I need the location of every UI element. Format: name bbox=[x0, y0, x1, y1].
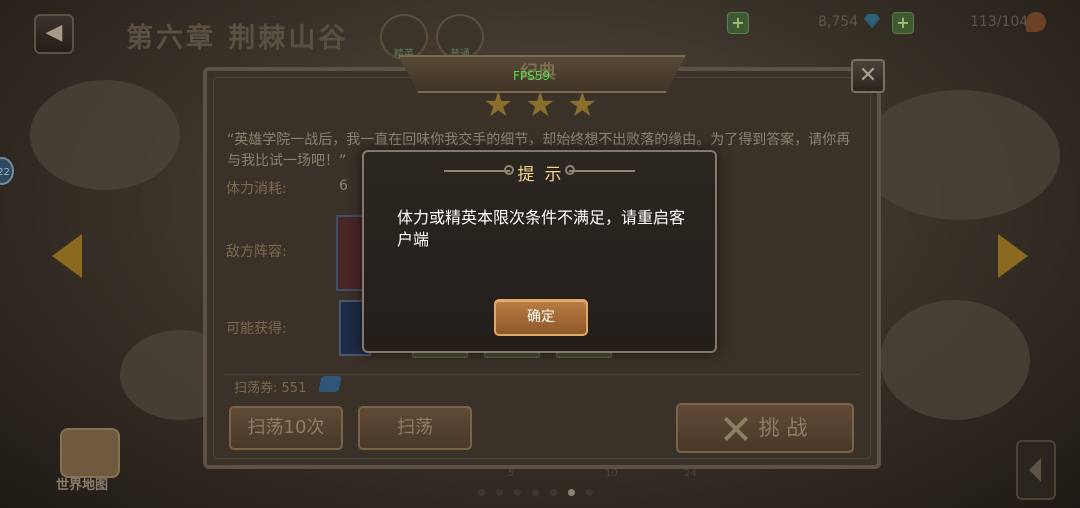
game-screen: ◀ 第六章 荆棘山谷 精英 普通 + 8,754 + 113/104 22 世界… bbox=[0, 0, 1080, 508]
map-node-number: 5 bbox=[508, 468, 515, 479]
divider bbox=[224, 374, 860, 375]
elite-mode-button[interactable]: 精英 bbox=[380, 14, 428, 60]
back-arrow-icon: ◀ bbox=[45, 20, 63, 45]
map-node-number: 24 bbox=[684, 468, 697, 479]
crossed-swords-icon bbox=[723, 416, 749, 442]
close-icon: ✕ bbox=[858, 63, 878, 88]
sweep-ticket-icon bbox=[318, 376, 342, 392]
collapse-panel-button[interactable] bbox=[1016, 440, 1056, 500]
page-dot bbox=[514, 489, 521, 496]
page-dot bbox=[532, 489, 539, 496]
close-panel-button[interactable]: ✕ bbox=[851, 59, 885, 93]
top-bar: ◀ 第六章 荆棘山谷 精英 普通 + 8,754 + 113/104 bbox=[0, 0, 1080, 60]
dialog-message: 体力或精英本限次条件不满足，请重启客户端 bbox=[397, 208, 686, 249]
sweep-button[interactable]: 扫荡 bbox=[358, 406, 472, 450]
world-map-label[interactable]: 世界地图 bbox=[56, 474, 108, 493]
challenge-button[interactable]: 挑 战 bbox=[676, 403, 854, 453]
prev-chapter-arrow-icon[interactable] bbox=[52, 234, 82, 278]
star-icon: ★ bbox=[483, 85, 514, 125]
confirm-button[interactable]: 确定 bbox=[494, 299, 588, 336]
dialog-title: 提示 bbox=[517, 165, 572, 185]
star-icon: ★ bbox=[525, 85, 556, 125]
page-dot-active bbox=[568, 489, 575, 496]
page-dot bbox=[496, 489, 503, 496]
title-ornament-right bbox=[565, 165, 635, 175]
star-icon: ★ bbox=[567, 85, 598, 125]
sweep-ticket-count: 551 bbox=[281, 381, 307, 396]
map-node-number: 10 bbox=[605, 468, 618, 479]
sweep-ticket-label-text: 扫荡券: bbox=[234, 381, 278, 396]
sweep-10-button[interactable]: 扫荡10次 bbox=[229, 406, 343, 450]
world-map-icon[interactable] bbox=[60, 428, 120, 478]
add-energy-button[interactable]: + bbox=[727, 12, 749, 34]
fps-counter: FPS59 bbox=[513, 69, 551, 83]
challenge-label: 挑 战 bbox=[758, 416, 808, 440]
stamina-cost-value: 6 bbox=[339, 178, 348, 194]
back-button[interactable]: ◀ bbox=[34, 14, 74, 54]
page-dot bbox=[586, 489, 593, 496]
chapter-title: 第六章 荆棘山谷 bbox=[126, 23, 349, 54]
rewards-label: 可能获得: bbox=[226, 321, 287, 337]
add-diamond-button[interactable]: + bbox=[892, 12, 914, 34]
diamond-count: 8,754 bbox=[818, 14, 859, 30]
stamina-count: 113/104 bbox=[970, 14, 1029, 30]
stamina-meat-icon bbox=[1026, 12, 1046, 32]
alert-dialog: 提示 体力或精英本限次条件不满足，请重启客户端 确定 bbox=[362, 150, 717, 353]
enemy-lineup-label: 敌方阵容: bbox=[226, 244, 287, 260]
page-indicator bbox=[478, 489, 593, 496]
sweep-ticket-label: 扫荡券: 551 bbox=[234, 377, 306, 396]
stamina-cost-label: 体力消耗: bbox=[226, 181, 287, 197]
page-dot bbox=[550, 489, 557, 496]
next-chapter-arrow-icon[interactable] bbox=[998, 234, 1028, 278]
diamond-icon bbox=[864, 14, 880, 28]
normal-mode-button[interactable]: 普通 bbox=[436, 14, 484, 60]
page-dot bbox=[478, 489, 485, 496]
